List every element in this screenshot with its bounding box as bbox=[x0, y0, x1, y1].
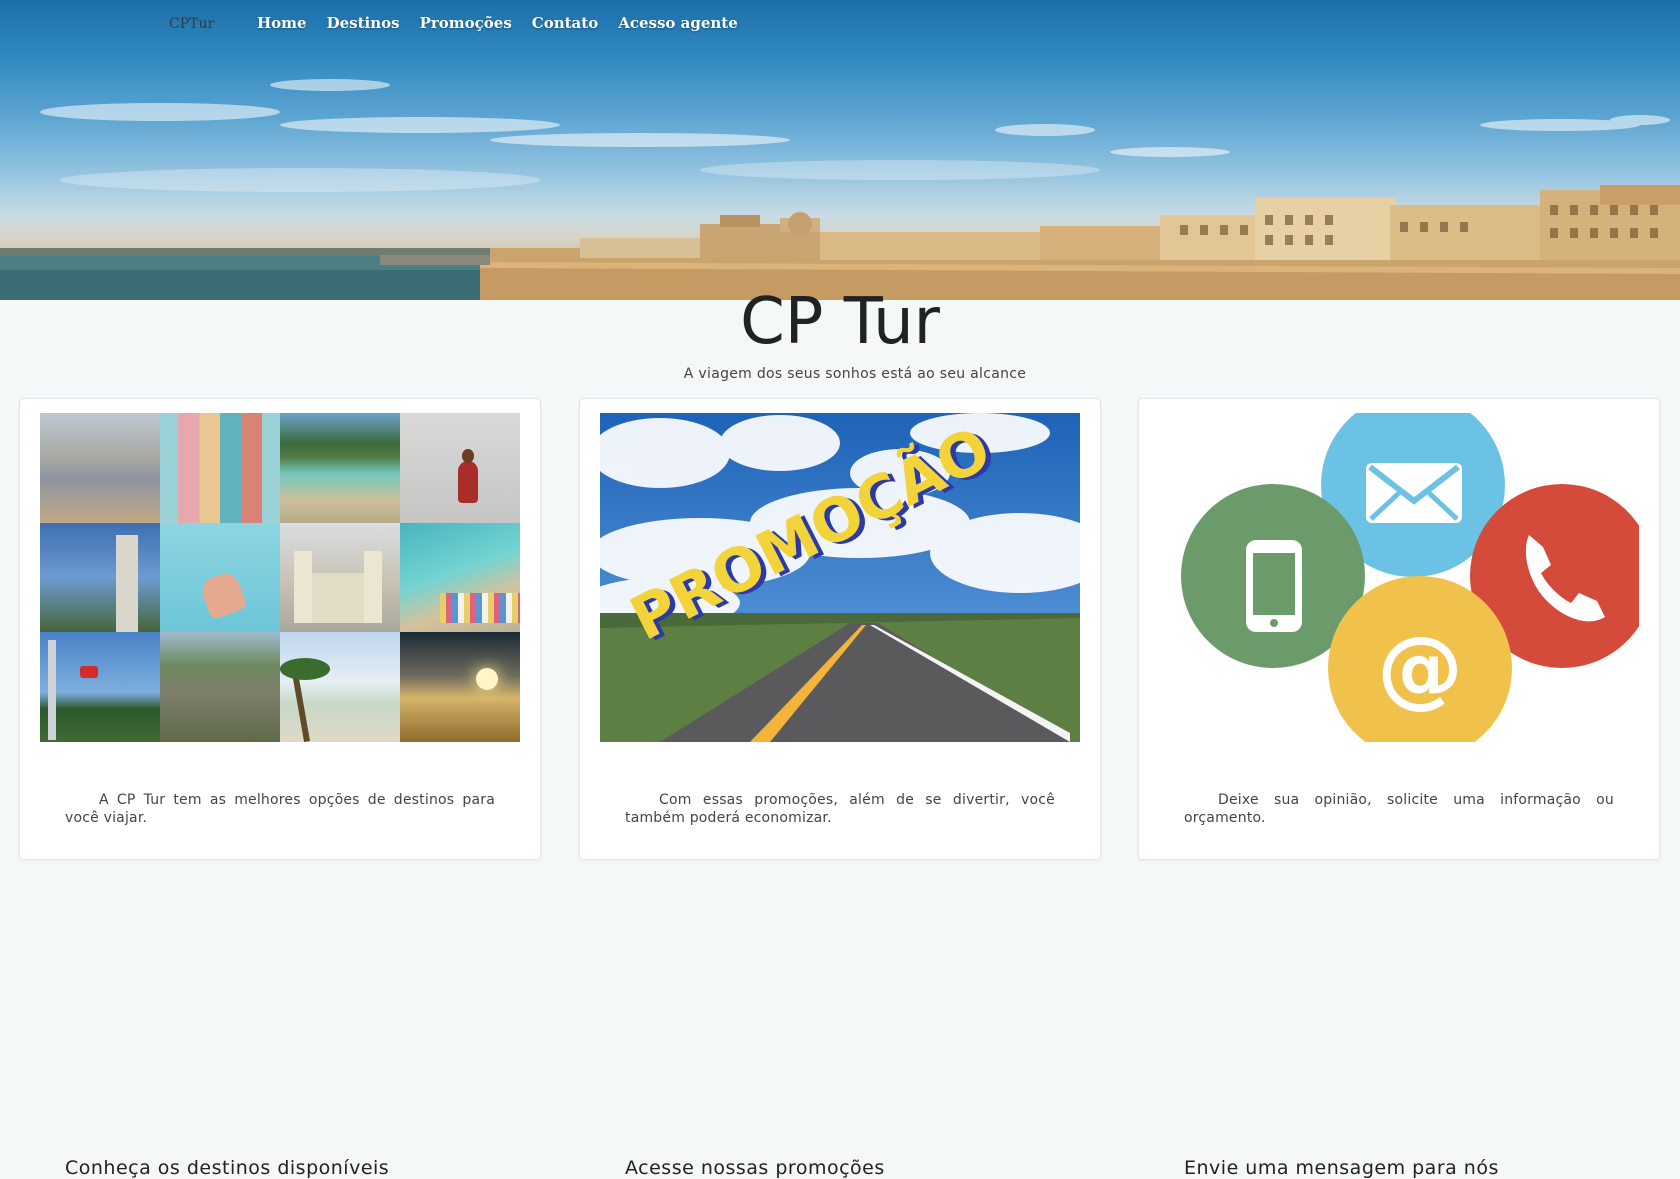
nav-contato[interactable]: Contato bbox=[532, 14, 598, 32]
card-promocoes-title: Acesse nossas promoções bbox=[625, 1157, 885, 1179]
svg-text:@: @ bbox=[1377, 618, 1463, 718]
main-nav: Home Destinos Promoções Contato Acesso a… bbox=[257, 14, 758, 32]
card-contato-title: Envie uma mensagem para nós bbox=[1184, 1157, 1499, 1179]
nav-acesso-agente[interactable]: Acesso agente bbox=[618, 14, 738, 32]
page-title: CP Tur bbox=[740, 285, 940, 359]
brand-logo[interactable]: CPTur bbox=[169, 16, 214, 32]
navbar: CPTur Home Destinos Promoções Contato Ac… bbox=[0, 0, 1680, 50]
card-destinos: Conheça os destinos disponíveis A CP Tur… bbox=[19, 398, 541, 1179]
destinations-mosaic-image[interactable] bbox=[40, 413, 520, 742]
card-destinos-title: Conheça os destinos disponíveis bbox=[65, 1157, 390, 1179]
card-contato: @ Envie uma mensagem para nós Deixe sua … bbox=[1138, 398, 1660, 1179]
card-contato-text: Deixe sua opinião, solicite uma informaç… bbox=[1184, 792, 1614, 826]
contact-image[interactable]: @ bbox=[1159, 413, 1639, 742]
page-subtitle: A viagem dos seus sonhos está ao seu alc… bbox=[683, 366, 1027, 382]
nav-destinos[interactable]: Destinos bbox=[327, 14, 400, 32]
card-promocoes: PROMOÇÃO PROMOÇÃO Acesse nossas promoçõe… bbox=[579, 398, 1101, 1179]
card-promocoes-text: Com essas promoções, além de se divertir… bbox=[625, 792, 1055, 826]
card-destinos-text: A CP Tur tem as melhores opções de desti… bbox=[65, 792, 495, 826]
promo-image[interactable]: PROMOÇÃO PROMOÇÃO bbox=[600, 413, 1080, 742]
nav-home[interactable]: Home bbox=[257, 14, 307, 32]
hero-banner: CPTur Home Destinos Promoções Contato Ac… bbox=[0, 0, 1680, 300]
nav-promocoes[interactable]: Promoções bbox=[420, 14, 512, 32]
